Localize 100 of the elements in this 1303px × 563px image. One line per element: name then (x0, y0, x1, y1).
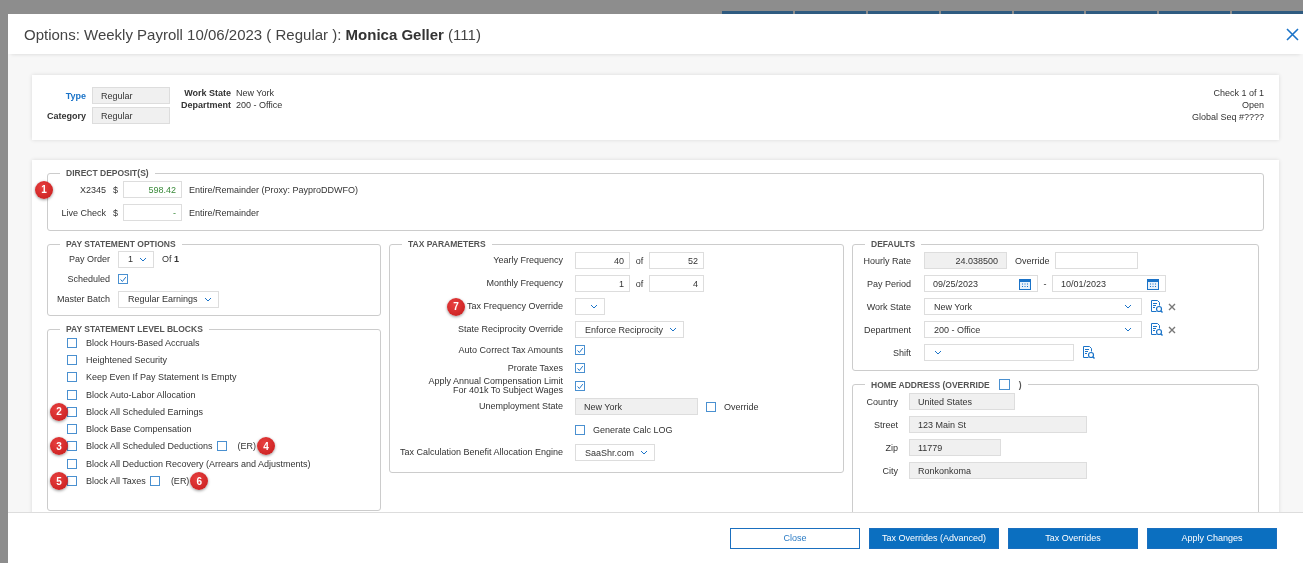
frequency-total-field[interactable]: 4 (649, 275, 704, 292)
checkbox-label: Block All Scheduled Earnings (86, 406, 204, 417)
section-title: ) (1018, 379, 1022, 390)
field-value: 200 - Office (236, 99, 283, 111)
currency-symbol: $ (113, 184, 119, 195)
checkbox[interactable] (67, 476, 77, 486)
currency-symbol: $ (113, 207, 119, 218)
section-title: DEFAULTS (870, 239, 917, 249)
field-label: Auto Correct Tax Amounts (458, 345, 563, 355)
master-batch-select[interactable]: Regular Earnings (118, 290, 219, 308)
action-button[interactable]: Tax Overrides (1008, 527, 1138, 549)
pay-order-total: Of 1 (162, 254, 180, 264)
checkbox[interactable] (67, 337, 77, 348)
frequency-total-field[interactable]: 52 (649, 252, 704, 269)
field-label: Master Batch (56, 294, 110, 304)
callout-marker: 5 (50, 472, 68, 490)
readonly-field: 123 Main St (909, 416, 1087, 433)
frequency-field[interactable]: 40 (575, 252, 630, 269)
field-label: Tax Calculation Benefit Allocation Engine (399, 448, 563, 457)
checkbox[interactable] (67, 458, 77, 469)
amount-field[interactable]: 598.42 (123, 181, 182, 198)
readonly-field: United States (909, 393, 1015, 410)
chevron-icon (640, 450, 649, 455)
callout-marker: 7 (446, 297, 465, 316)
action-button[interactable]: Apply Changes (1147, 527, 1277, 549)
checkbox-label: Block Auto-Labor Allocation (86, 389, 196, 400)
callout-marker: 2 (50, 402, 68, 421)
checkbox[interactable] (67, 389, 77, 400)
status-text: Global Seq #???? (1191, 111, 1264, 123)
checkbox[interactable] (216, 441, 227, 452)
field-label: Type (64, 90, 86, 101)
chevron-icon (1124, 327, 1132, 332)
lookup-icon[interactable] (1150, 300, 1163, 313)
checkbox-label: (ER) (237, 441, 257, 452)
checkbox[interactable] (67, 424, 77, 435)
checkbox[interactable] (67, 441, 77, 452)
section-title: TAX PARAMETERS (407, 239, 487, 249)
checkbox[interactable] (575, 424, 585, 435)
amount-field[interactable]: - (123, 204, 182, 221)
field-label: Category (47, 110, 86, 121)
date-field[interactable]: 09/25/2023 (924, 275, 1038, 292)
field-label: Zip (884, 442, 898, 453)
dropdown-select[interactable]: SaaShr.com (575, 444, 656, 461)
readonly-field: Regular (92, 107, 170, 124)
status-text: Open (1241, 99, 1264, 111)
dropdown-select[interactable]: 200 - Office (924, 321, 1142, 338)
chevron-icon (934, 350, 942, 355)
account-label: X2345 (79, 184, 106, 195)
pay-order-select[interactable]: 1 (118, 250, 154, 268)
dialog-title: Options: Weekly Payroll 10/06/2023 ( Regular ): Monica Geller (111) (24, 25, 481, 43)
field-value: New York (236, 87, 275, 99)
field-label: Department (180, 99, 231, 111)
override-field[interactable] (1054, 252, 1138, 269)
chevron-icon (1124, 304, 1132, 309)
account-label: Live Check (61, 207, 106, 218)
readonly-field: 11779 (909, 439, 1001, 456)
frequency-field[interactable]: 1 (575, 275, 630, 292)
checkbox[interactable] (149, 476, 160, 486)
callout-marker: 6 (190, 472, 209, 490)
deposit-description: Entire/Remainder (189, 207, 260, 218)
readonly-field: New York (575, 398, 698, 415)
clear-icon[interactable] (1168, 302, 1176, 311)
checkbox-label: Block All Taxes (86, 476, 146, 486)
status-text: Check 1 of 1 (1213, 87, 1264, 99)
checkbox-label: Block Base Compensation (86, 424, 192, 435)
checkbox[interactable] (575, 363, 585, 373)
clear-icon[interactable] (1168, 325, 1176, 334)
checkbox[interactable] (118, 274, 128, 284)
field-label: State Reciprocity Override (457, 325, 563, 334)
date-field[interactable]: 10/01/2023 (1052, 275, 1166, 292)
field-label: Monthly Frequency (486, 279, 563, 288)
chevron-icon (669, 327, 678, 332)
checkbox-label: (ER) (170, 476, 190, 486)
field-label: Apply Annual Compensation Limit For 401k To Subject Wages (428, 377, 563, 395)
lookup-icon[interactable] (1150, 323, 1163, 336)
of-label: of (634, 255, 645, 266)
checkbox-label: Generate Calc LOG (593, 424, 673, 435)
checkbox[interactable] (998, 379, 1010, 390)
calendar-icon[interactable] (1147, 277, 1159, 290)
of-label: of (634, 278, 645, 289)
calendar-icon[interactable] (1019, 277, 1031, 290)
field-label: Tax Frequency Override (466, 302, 563, 311)
checkbox[interactable] (706, 401, 716, 412)
range-separator: - (1042, 278, 1048, 289)
checkbox[interactable] (575, 345, 585, 355)
field-label: Department (862, 324, 911, 335)
action-button[interactable]: Close (730, 527, 860, 549)
field-label: Scheduled (66, 274, 110, 284)
section-title: PAY STATEMENT OPTIONS (65, 239, 177, 249)
checkbox[interactable] (67, 372, 77, 383)
close-icon[interactable] (1286, 27, 1299, 41)
lookup-icon[interactable] (1082, 346, 1095, 359)
action-button[interactable]: Tax Overrides (Advanced) (869, 527, 999, 549)
dropdown-select[interactable]: Enforce Reciprocity (575, 321, 685, 338)
dropdown-select[interactable]: New York (924, 298, 1142, 315)
checkbox[interactable] (67, 406, 77, 417)
checkbox[interactable] (575, 381, 585, 391)
field-label: Yearly Frequency (493, 256, 563, 265)
checkbox[interactable] (67, 354, 77, 365)
field-label: City (881, 465, 898, 476)
